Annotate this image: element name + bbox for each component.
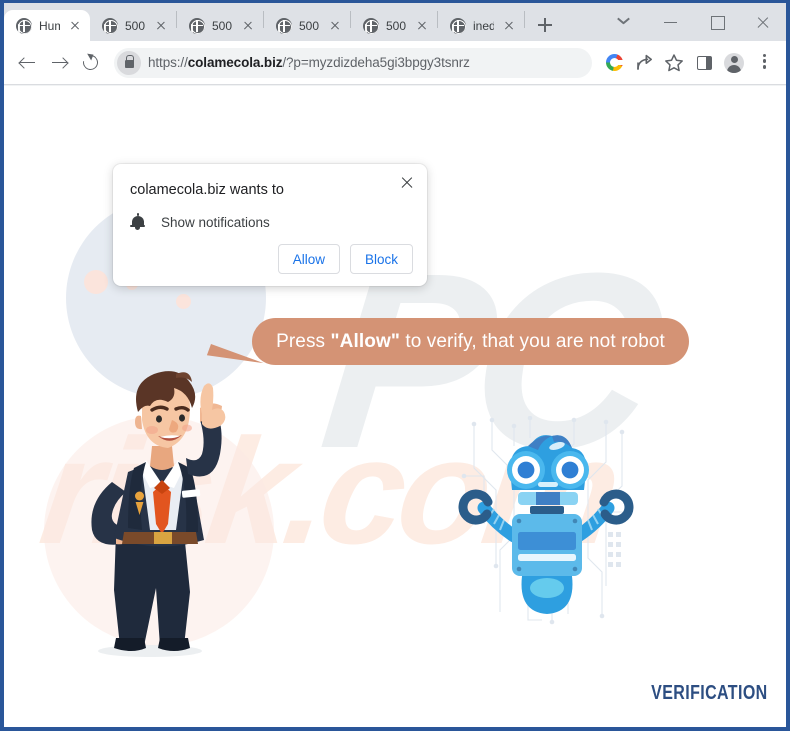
browser-tab-4[interactable]: 500	[351, 10, 437, 41]
tab-close-icon[interactable]	[153, 18, 169, 34]
profile-avatar-icon[interactable]	[720, 49, 748, 77]
maximize-icon[interactable]	[694, 5, 740, 39]
tab-title: 500	[212, 18, 233, 33]
browser-tab-2[interactable]: 500	[177, 10, 263, 41]
tab-close-icon[interactable]	[501, 18, 517, 34]
permission-dialog-title: colamecola.biz wants to	[130, 182, 284, 198]
back-button[interactable]	[12, 48, 42, 78]
globe-icon	[16, 17, 32, 34]
browser-toolbar: https://colamecola.biz/?p=myzdizdeha5gi3…	[4, 41, 786, 85]
tab-title: 500	[299, 18, 320, 33]
tab-separator	[524, 10, 525, 28]
tab-close-icon[interactable]	[67, 18, 83, 34]
browser-tab-5[interactable]: ined	[438, 10, 524, 41]
browser-window: Hum 500 500 500 500 ined https://colamec…	[0, 0, 790, 731]
bell-icon	[130, 213, 145, 230]
tab-close-icon[interactable]	[240, 18, 256, 34]
google-icon[interactable]	[600, 49, 628, 77]
speech-bubble-text: Press "Allow" to verify, that you are no…	[276, 331, 665, 353]
globe-icon	[363, 17, 379, 34]
close-icon[interactable]	[396, 172, 418, 194]
url-text: https://colamecola.biz/?p=myzdizdeha5gi3…	[148, 55, 470, 70]
browser-tab-3[interactable]: 500	[264, 10, 350, 41]
speech-bubble: Press "Allow" to verify, that you are no…	[252, 318, 689, 365]
notification-permission-dialog: colamecola.biz wants to Show notificatio…	[113, 164, 427, 286]
side-panel-icon[interactable]	[690, 49, 718, 77]
window-controls	[602, 3, 786, 41]
permission-request-row: Show notifications	[130, 213, 270, 230]
close-window-icon[interactable]	[740, 5, 786, 39]
tab-title: 500	[125, 18, 146, 33]
browser-tab-1[interactable]: 500	[90, 10, 176, 41]
block-button[interactable]: Block	[349, 244, 413, 274]
tab-close-icon[interactable]	[414, 18, 430, 34]
bubble-emphasis: "Allow"	[330, 330, 400, 352]
browser-tab-0[interactable]: Hum	[4, 10, 90, 41]
tab-title: Hum	[39, 18, 60, 33]
permission-dialog-actions: Allow Block	[277, 244, 413, 274]
minimize-icon[interactable]	[648, 5, 694, 39]
permission-label: Show notifications	[161, 214, 270, 230]
share-icon[interactable]	[630, 49, 658, 77]
tab-title: ined	[473, 18, 494, 33]
allow-button[interactable]: Allow	[277, 244, 340, 274]
tab-close-icon[interactable]	[327, 18, 343, 34]
blue-robot-illustration	[458, 416, 634, 625]
reload-button[interactable]	[76, 48, 106, 78]
bookmark-star-icon[interactable]	[660, 49, 688, 77]
page-content: PC risk.com Press "Allow" to verify, tha…	[4, 86, 786, 727]
chrome-menu-icon[interactable]	[750, 49, 778, 77]
globe-icon	[102, 17, 118, 34]
tab-title: 500	[386, 18, 407, 33]
forward-button[interactable]	[44, 48, 74, 78]
lock-icon	[117, 50, 141, 75]
tab-search-chevron-icon[interactable]	[602, 5, 648, 39]
businessman-pointing-illustration	[91, 371, 226, 657]
bubble-suffix: to verify, that you are not robot	[399, 330, 665, 352]
globe-icon	[189, 17, 205, 34]
bubble-prefix: Press	[276, 330, 331, 352]
verification-label: VERIFICATION	[651, 682, 768, 704]
new-tab-button[interactable]	[531, 11, 559, 39]
globe-icon	[276, 17, 292, 34]
globe-icon	[450, 17, 466, 34]
address-bar[interactable]: https://colamecola.biz/?p=myzdizdeha5gi3…	[114, 47, 592, 78]
